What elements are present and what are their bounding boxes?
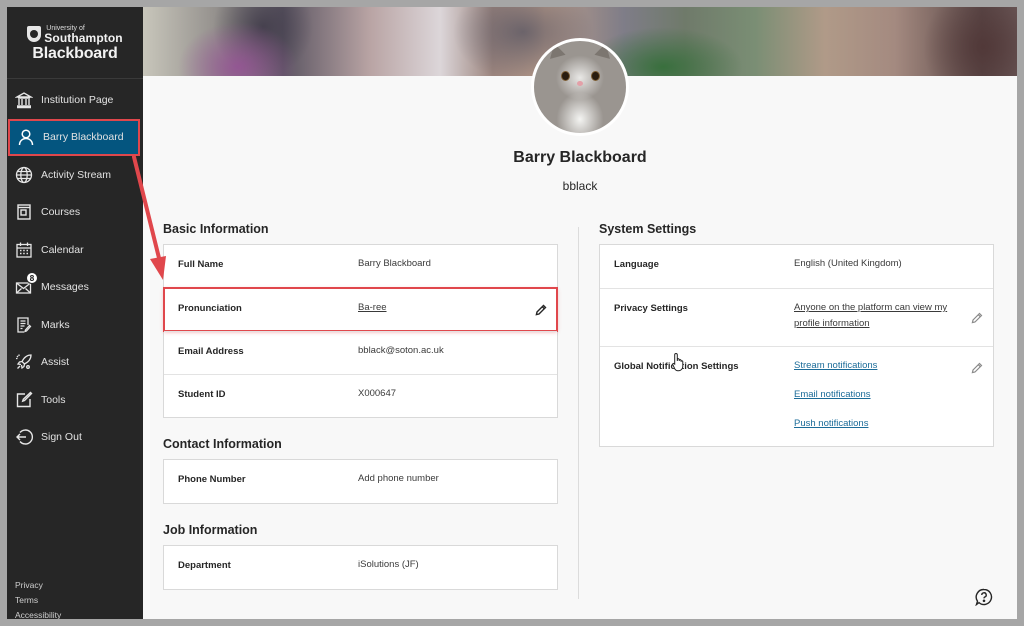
field-label: Global Notification Settings (614, 361, 739, 372)
push-notifications-link[interactable]: Push notifications (794, 416, 993, 432)
sidebar-item-marks[interactable]: Marks (7, 306, 143, 344)
pronunciation-link[interactable]: Ba-ree (358, 302, 387, 313)
left-column: Basic Information Full Name Barry Blackb… (163, 220, 558, 607)
profile-display-name: Barry Blackboard (513, 149, 647, 166)
field-label: Privacy Settings (614, 303, 688, 314)
profile-page: Barry Blackboard bblack Basic Informatio… (143, 7, 1017, 619)
department-value: iSolutions (JF) (358, 559, 419, 570)
profile-username: bblack (562, 179, 598, 193)
app-window: University of Southampton Blackboard Ins… (7, 7, 1017, 619)
job-information-card: Department iSolutions (JF) (163, 545, 558, 590)
system-settings-title: System Settings (599, 222, 697, 236)
basic-information-title: Basic Information (163, 222, 269, 236)
user-icon (17, 128, 35, 146)
sidebar-item-calendar[interactable]: Calendar (7, 231, 143, 269)
global-notification-settings-row: Global Notification Settings Stream noti… (600, 346, 993, 446)
full-name-row: Full Name Barry Blackboard (164, 245, 557, 288)
sidebar-item-label: Institution Page (41, 93, 114, 106)
sidebar-item-courses[interactable]: Courses (7, 194, 143, 232)
field-label: Language (614, 259, 659, 270)
sidebar-footer: Privacy Terms Accessibility (15, 578, 61, 619)
student-id-row: Student ID X000647 (164, 374, 557, 417)
terms-link[interactable]: Terms (15, 593, 61, 608)
marks-icon (15, 316, 33, 334)
sidebar-item-label: Assist (41, 356, 70, 369)
language-row: Language English (United Kingdom) (600, 245, 993, 288)
sidebar-item-sign-out[interactable]: Sign Out (7, 419, 143, 457)
field-label: Full Name (178, 259, 224, 270)
product-name: Blackboard (32, 44, 118, 62)
sign-out-icon (15, 428, 33, 446)
sidebar-item-label: Activity Stream (41, 168, 112, 181)
messages-count-badge: 8 (26, 272, 38, 285)
sidebar-item-tools[interactable]: Tools (7, 381, 143, 419)
sidebar-item-label: Messages (41, 281, 89, 294)
sidebar-nav: Institution Page Barry Blackboard Activi… (7, 81, 143, 456)
university-name: Southampton (44, 30, 123, 45)
avatar-detail (577, 81, 583, 86)
profile-avatar[interactable] (531, 38, 629, 136)
field-label: Email Address (178, 346, 244, 357)
pronunciation-row[interactable]: Pronunciation Ba-ree (163, 287, 558, 332)
avatar-detail (561, 71, 570, 81)
courses-icon (15, 203, 33, 221)
pencil-icon[interactable] (971, 311, 983, 324)
stream-notifications-link[interactable]: Stream notifications (794, 358, 993, 374)
sidebar-item-label: Calendar (41, 243, 84, 256)
student-id-value: X000647 (358, 388, 397, 399)
sidebar-item-label: Sign Out (41, 431, 82, 444)
system-settings-card: Language English (United Kingdom) Privac… (599, 244, 994, 447)
sidebar-item-label: Marks (41, 318, 70, 331)
avatar-detail (591, 71, 600, 81)
department-row: Department iSolutions (JF) (164, 546, 557, 589)
brand-logo[interactable]: University of Southampton Blackboard (7, 7, 143, 79)
sidebar-item-label: Tools (41, 393, 66, 406)
sidebar-item-messages[interactable]: 8 Messages (7, 269, 143, 307)
sidebar-item-label: Barry Blackboard (43, 131, 124, 144)
add-phone-number-button[interactable]: Add phone number (358, 471, 557, 487)
language-value: English (United Kingdom) (794, 258, 902, 269)
basic-information-card: Full Name Barry Blackboard Pronunciation… (163, 244, 558, 418)
full-name-value: Barry Blackboard (358, 258, 431, 269)
email-row: Email Address bblack@soton.ac.uk (164, 331, 557, 374)
contact-information-card: Phone Number Add phone number (163, 459, 558, 504)
sidebar-item-label: Courses (41, 206, 81, 219)
privacy-link[interactable]: Privacy (15, 578, 61, 593)
help-icon[interactable] (975, 588, 993, 607)
column-divider (578, 227, 579, 599)
field-label: Student ID (178, 389, 226, 400)
sidebar: University of Southampton Blackboard Ins… (7, 7, 143, 619)
email-notifications-link[interactable]: Email notifications (794, 387, 993, 403)
institution-icon (15, 91, 33, 109)
university-crest-icon (27, 26, 42, 42)
sidebar-item-assist[interactable]: Assist (7, 344, 143, 382)
field-label: Department (178, 560, 231, 571)
envelope-icon: 8 (15, 272, 38, 296)
privacy-settings-link[interactable]: Anyone on the platform can view my profi… (794, 302, 947, 329)
phone-number-row[interactable]: Phone Number Add phone number (164, 460, 557, 503)
rocket-icon (15, 353, 33, 371)
sidebar-item-institution-page[interactable]: Institution Page (7, 81, 143, 119)
right-column: System Settings Language English (United… (599, 220, 994, 464)
tools-icon (15, 391, 33, 409)
privacy-settings-row: Privacy Settings Anyone on the platform … (600, 288, 993, 346)
sidebar-item-profile[interactable]: Barry Blackboard (8, 118, 140, 156)
globe-icon (15, 166, 33, 184)
job-information-title: Job Information (163, 523, 258, 537)
field-label: Pronunciation (178, 303, 242, 314)
accessibility-link[interactable]: Accessibility (15, 608, 61, 619)
calendar-icon (15, 241, 33, 259)
contact-information-title: Contact Information (163, 437, 282, 451)
email-value: bblack@soton.ac.uk (358, 345, 444, 356)
pencil-icon[interactable] (971, 361, 983, 374)
avatar-detail (546, 41, 566, 59)
sidebar-item-activity-stream[interactable]: Activity Stream (7, 156, 143, 194)
pencil-icon[interactable] (535, 303, 547, 316)
avatar-detail (594, 41, 614, 59)
field-label: Phone Number (178, 474, 246, 485)
